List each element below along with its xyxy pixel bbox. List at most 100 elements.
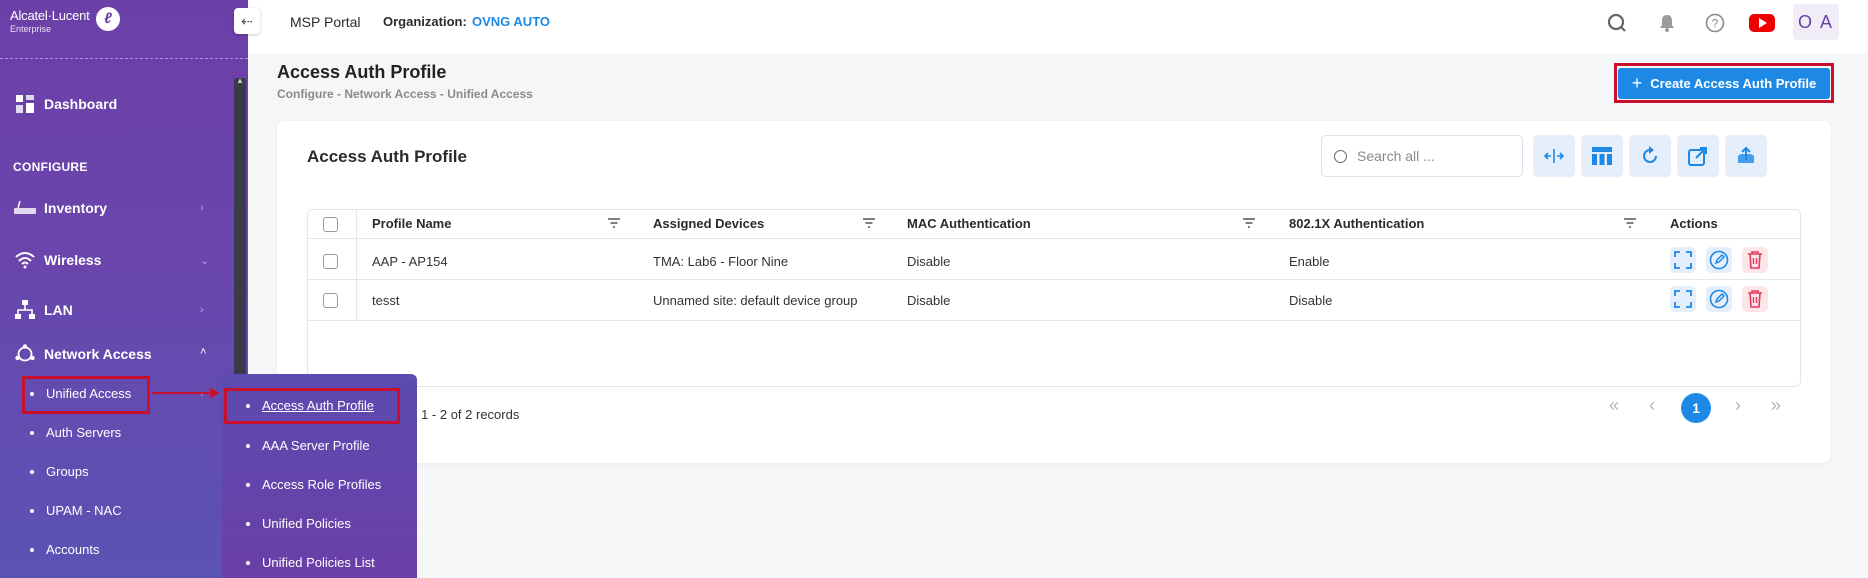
sidebar-item-label: LAN bbox=[44, 302, 73, 318]
sidebar-subitem-label: Auth Servers bbox=[46, 425, 122, 440]
brand-logo: Alcatel·Lucent Enterprise bbox=[10, 8, 90, 34]
filter-icon[interactable] bbox=[1623, 217, 1637, 229]
network-access-icon bbox=[14, 344, 36, 364]
section-configure: CONFIGURE bbox=[13, 160, 88, 174]
flyout-item-label: Unified Policies bbox=[262, 516, 351, 531]
wifi-icon bbox=[14, 250, 36, 270]
next-page-button[interactable]: › bbox=[1735, 395, 1741, 416]
chevron-down-icon: ⌄ bbox=[200, 255, 210, 267]
bell-icon[interactable] bbox=[1654, 10, 1680, 36]
last-page-button[interactable]: » bbox=[1771, 395, 1781, 416]
scroll-up-icon[interactable]: ▲ bbox=[236, 76, 244, 85]
highlight-unified-access bbox=[22, 376, 150, 414]
expand-icon bbox=[1674, 251, 1692, 269]
help-icon[interactable]: ? bbox=[1702, 10, 1728, 36]
first-page-button[interactable]: « bbox=[1609, 395, 1619, 416]
sidebar-item-label: Dashboard bbox=[44, 96, 118, 112]
flyout-item-unified-policies[interactable]: Unified Policies bbox=[246, 516, 351, 531]
sidebar-subitem-label: Groups bbox=[46, 464, 89, 479]
user-avatar[interactable]: O A bbox=[1793, 4, 1839, 40]
sidebar-item-lan[interactable]: LAN bbox=[14, 300, 73, 320]
profiles-table: Profile Name Assigned Devices MAC Authen… bbox=[307, 209, 1801, 387]
delete-button[interactable] bbox=[1742, 247, 1768, 273]
bullet bbox=[246, 521, 250, 526]
sidebar-divider bbox=[0, 58, 248, 59]
column-settings-button[interactable] bbox=[1581, 135, 1623, 177]
sidebar-subitem-label: Accounts bbox=[46, 542, 100, 557]
upload-button[interactable] bbox=[1725, 135, 1767, 177]
row-checkbox[interactable] bbox=[323, 293, 338, 308]
flyout-item-label: Access Role Profiles bbox=[262, 477, 382, 492]
view-details-button[interactable] bbox=[1670, 286, 1696, 312]
trash-icon bbox=[1748, 251, 1762, 269]
filter-icon[interactable] bbox=[1242, 217, 1256, 229]
cell-8021x-authentication: Disable bbox=[1289, 293, 1333, 308]
trash-icon bbox=[1748, 290, 1762, 308]
column-header-assigned-devices[interactable]: Assigned Devices bbox=[653, 210, 764, 238]
profile-list-card: Access Auth Profile Search all ... Profi… bbox=[277, 121, 1831, 463]
edit-icon bbox=[1709, 250, 1729, 270]
resize-columns-button[interactable] bbox=[1533, 135, 1575, 177]
create-access-auth-profile-button[interactable]: + Create Access Auth Profile bbox=[1618, 68, 1830, 99]
refresh-button[interactable] bbox=[1629, 135, 1671, 177]
cell-assigned-devices: Unnamed site: default device group bbox=[653, 293, 858, 308]
page-1-button[interactable]: 1 bbox=[1681, 393, 1711, 423]
highlight-access-auth-profile bbox=[224, 388, 400, 424]
refresh-icon bbox=[1643, 146, 1657, 163]
bullet bbox=[30, 430, 34, 435]
row-checkbox[interactable] bbox=[323, 254, 338, 269]
delete-button[interactable] bbox=[1742, 286, 1768, 312]
filter-icon[interactable] bbox=[862, 217, 876, 229]
plus-icon: + bbox=[1631, 73, 1643, 93]
dashboard-icon bbox=[14, 94, 36, 114]
search-icon[interactable] bbox=[1604, 10, 1630, 36]
view-details-button[interactable] bbox=[1670, 247, 1696, 273]
chevron-right-icon: › bbox=[200, 202, 204, 214]
annotation-arrow bbox=[152, 388, 220, 398]
brand-mark-icon: ℓ bbox=[96, 7, 120, 31]
collapse-sidebar-button[interactable]: ⇠ bbox=[234, 8, 260, 34]
organization-value[interactable]: OVNG AUTO bbox=[472, 14, 550, 29]
youtube-icon[interactable] bbox=[1749, 10, 1775, 36]
upload-icon bbox=[1738, 146, 1754, 163]
flyout-item-access-role-profiles[interactable]: Access Role Profiles bbox=[246, 477, 381, 492]
page-title: Access Auth Profile bbox=[277, 62, 447, 82]
select-all-checkbox[interactable] bbox=[323, 217, 338, 232]
sidebar-subitem-label: UPAM - NAC bbox=[46, 503, 122, 518]
cell-profile-name: AAP - AP154 bbox=[372, 254, 448, 269]
row-divider bbox=[308, 279, 1800, 280]
column-header-8021x-authentication[interactable]: 802.1X Authentication bbox=[1289, 210, 1424, 238]
lan-icon bbox=[14, 300, 36, 320]
cell-profile-name: tesst bbox=[372, 293, 400, 308]
bullet bbox=[30, 508, 34, 513]
sidebar-item-dashboard[interactable]: Dashboard bbox=[14, 94, 117, 114]
breadcrumb[interactable]: Configure - Network Access - Unified Acc… bbox=[277, 87, 533, 101]
flyout-item-label: Unified Policies List bbox=[262, 555, 375, 570]
export-button[interactable] bbox=[1677, 135, 1719, 177]
expand-icon bbox=[1674, 290, 1692, 308]
svg-text:?: ? bbox=[1712, 17, 1719, 31]
brand-subtitle: Enterprise bbox=[10, 24, 52, 34]
sidebar-subitem-groups[interactable]: Groups bbox=[30, 464, 89, 479]
sidebar-item-network-access[interactable]: Network Access bbox=[14, 344, 152, 364]
column-header-profile-name[interactable]: Profile Name bbox=[372, 210, 451, 238]
sidebar-subitem-accounts[interactable]: Accounts bbox=[30, 542, 99, 557]
edit-button[interactable] bbox=[1706, 286, 1732, 312]
edit-button[interactable] bbox=[1706, 247, 1732, 273]
chevron-right-icon: › bbox=[200, 304, 204, 316]
flyout-item-unified-policies-list[interactable]: Unified Policies List bbox=[246, 555, 375, 570]
column-header-actions: Actions bbox=[1670, 216, 1718, 231]
sidebar-item-inventory[interactable]: Inventory bbox=[14, 198, 107, 218]
bullet bbox=[246, 560, 250, 565]
search-input[interactable]: Search all ... bbox=[1321, 135, 1523, 177]
bullet bbox=[30, 547, 34, 552]
column-header-mac-authentication[interactable]: MAC Authentication bbox=[907, 210, 1031, 238]
search-icon bbox=[1334, 149, 1347, 163]
flyout-item-aaa-server-profile[interactable]: AAA Server Profile bbox=[246, 438, 370, 453]
prev-page-button[interactable]: ‹ bbox=[1649, 395, 1655, 416]
sidebar-item-wireless[interactable]: Wireless bbox=[14, 250, 101, 270]
sidebar-subitem-auth-servers[interactable]: Auth Servers bbox=[30, 425, 121, 440]
sidebar-subitem-upam-nac[interactable]: UPAM - NAC bbox=[30, 503, 122, 518]
chevron-up-icon: ˄ bbox=[200, 346, 207, 358]
filter-icon[interactable] bbox=[607, 217, 621, 229]
